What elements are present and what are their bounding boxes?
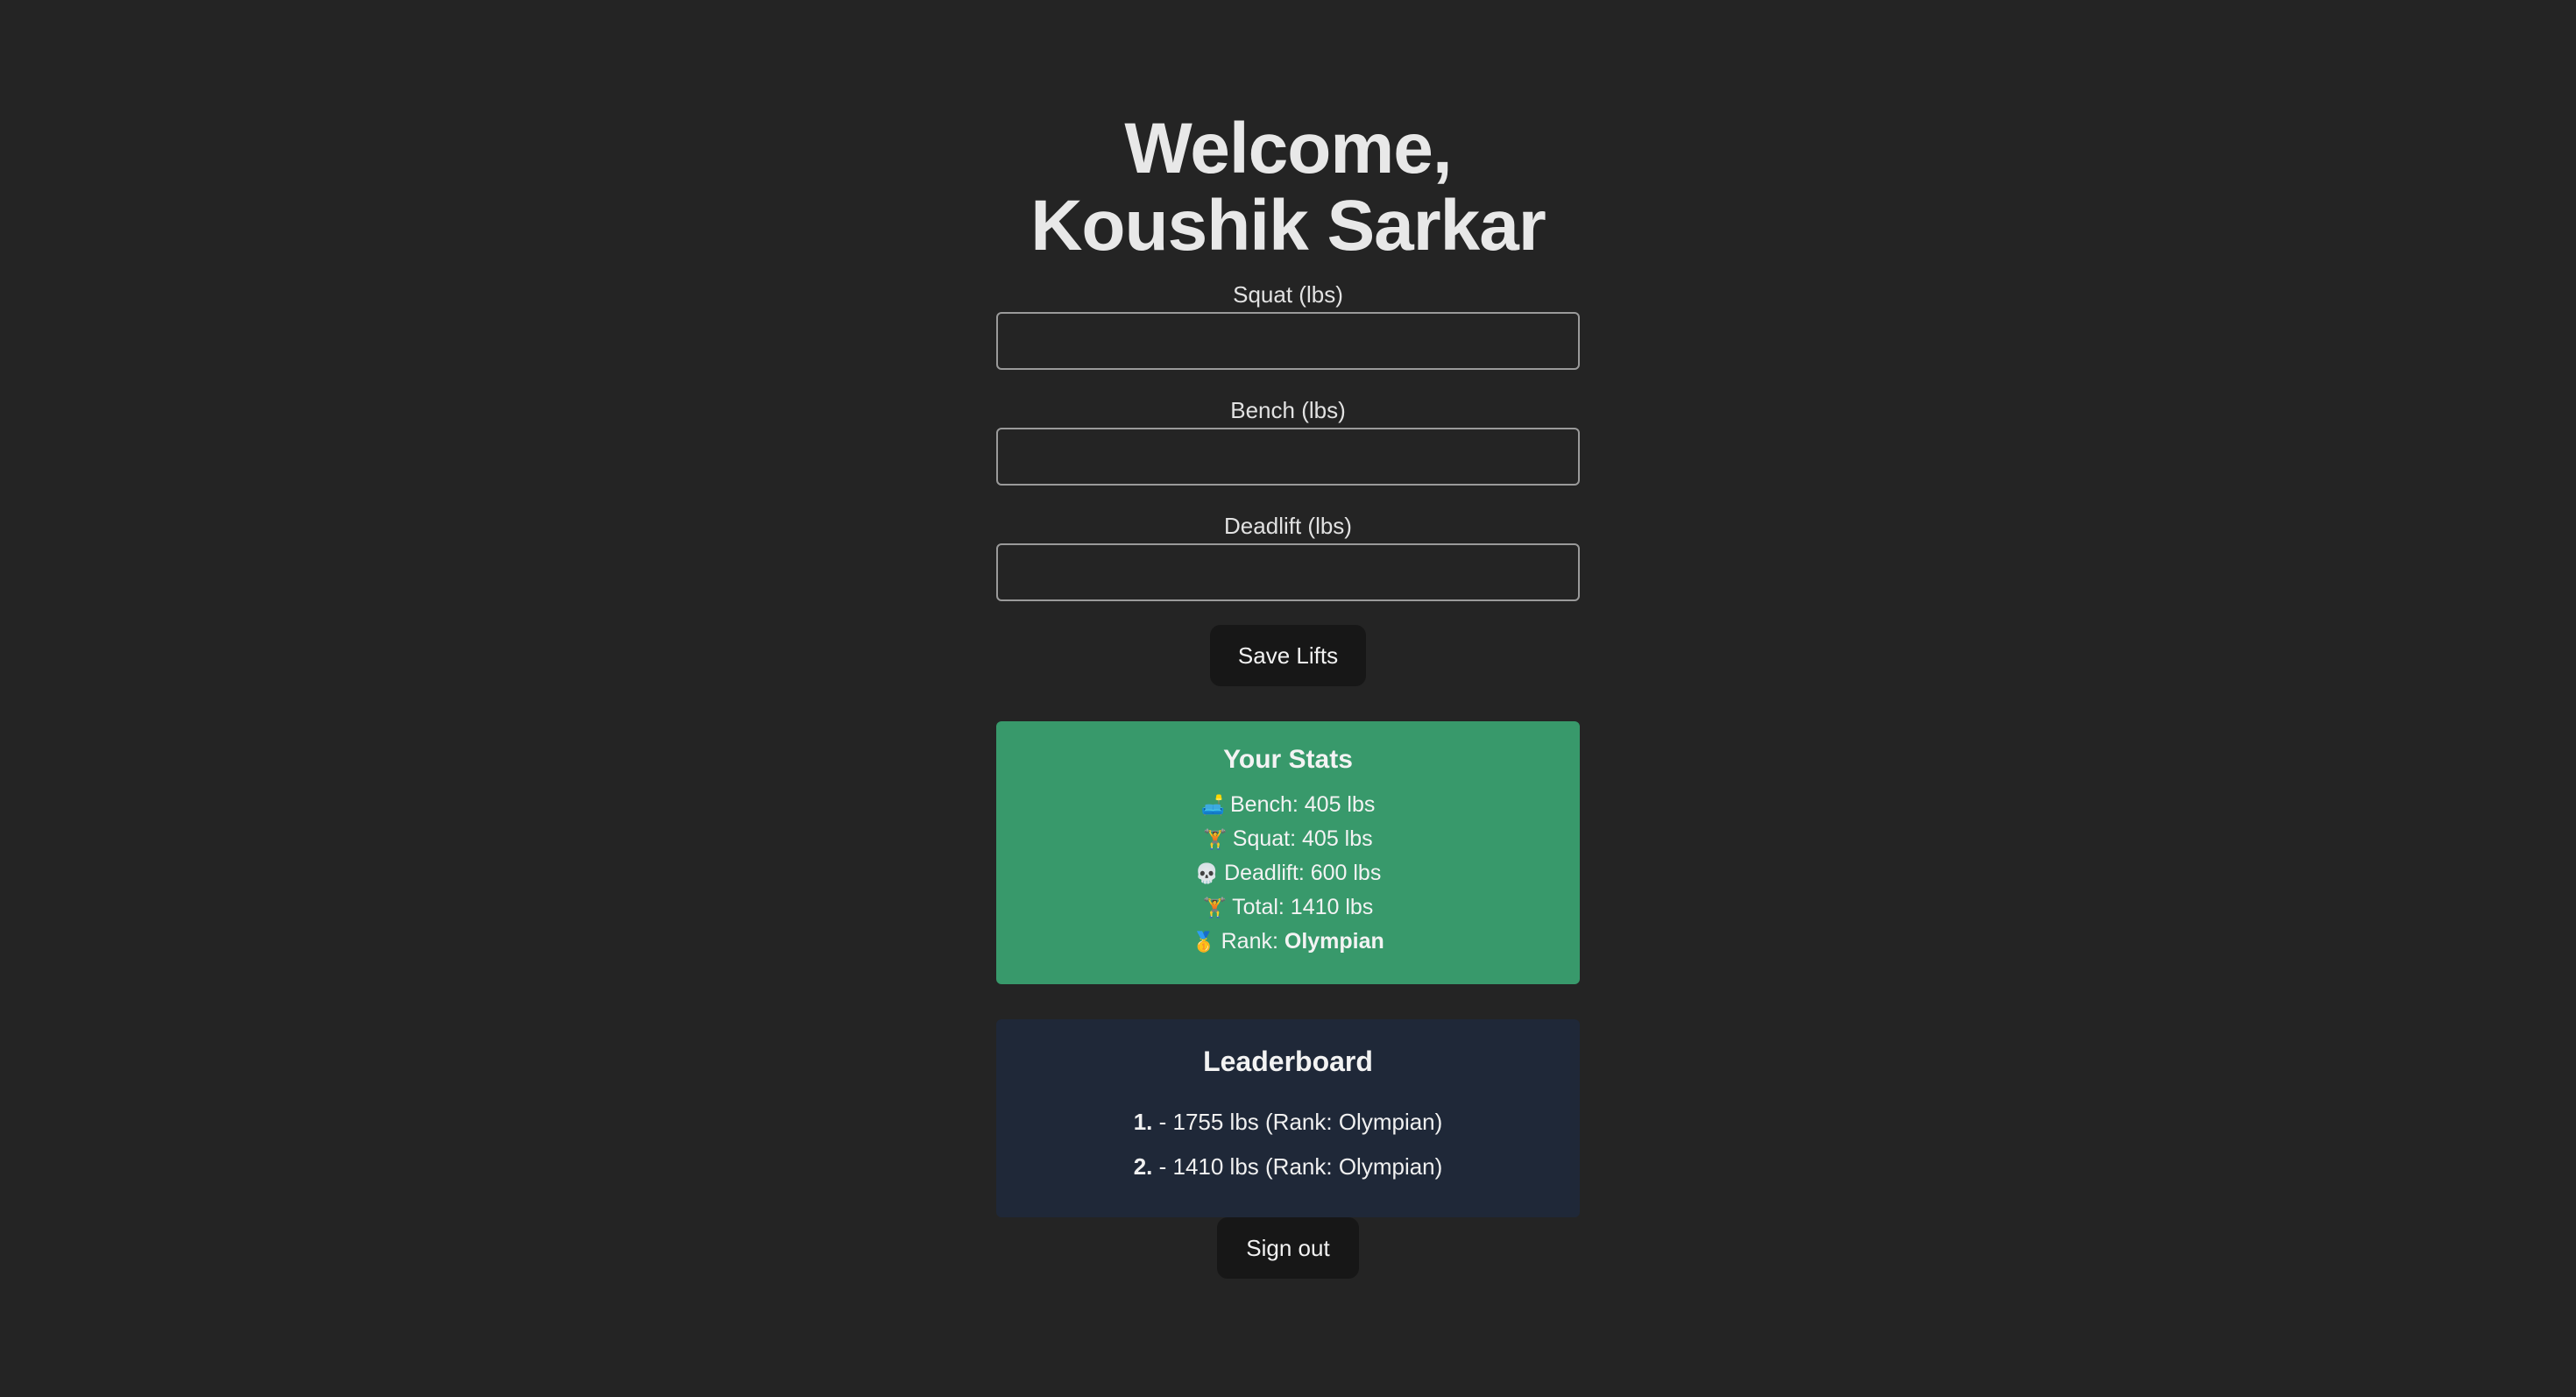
squat-field-group: Squat (lbs) xyxy=(996,280,1580,370)
stat-total: 🏋 Total: 1410 lbs xyxy=(996,890,1580,925)
stat-squat: 🏋️ Squat: 405 lbs xyxy=(996,822,1580,856)
stat-rank-value: Olympian xyxy=(1284,929,1384,954)
bench-label: Bench (lbs) xyxy=(1230,397,1346,423)
squat-label: Squat (lbs) xyxy=(1233,281,1343,308)
main-column: Welcome, Koushik Sarkar Squat (lbs) Benc… xyxy=(996,0,1580,1279)
deadlift-label: Deadlift (lbs) xyxy=(1224,513,1352,539)
stat-bench: 🛋️ Bench: 405 lbs xyxy=(996,788,1580,822)
save-lifts-button[interactable]: Save Lifts xyxy=(1210,625,1366,686)
leaderboard-entry-text: - 1755 lbs (Rank: Olympian) xyxy=(1152,1109,1443,1135)
stat-deadlift: 💀 Deadlift: 600 lbs xyxy=(996,856,1580,890)
stat-squat-text: Squat: 405 lbs xyxy=(1232,826,1373,851)
stats-title: Your Stats xyxy=(1223,745,1353,774)
deadlift-input[interactable] xyxy=(996,543,1580,601)
bench-input[interactable] xyxy=(996,428,1580,486)
stat-rank: 🥇 Rank: Olympian xyxy=(996,925,1580,959)
leaderboard-row: 2. - 1410 lbs (Rank: Olympian) xyxy=(996,1145,1580,1189)
user-name: Koushik Sarkar xyxy=(1030,186,1546,266)
leaderboard-position: 1. xyxy=(1133,1109,1153,1135)
deadlift-field-group: Deadlift (lbs) xyxy=(996,512,1580,601)
medal-icon: 🥇 xyxy=(1192,931,1216,953)
bench-field-group: Bench (lbs) xyxy=(996,396,1580,486)
leaderboard-row: 1. - 1755 lbs (Rank: Olympian) xyxy=(996,1100,1580,1145)
stats-card: Your Stats 🛋️ Bench: 405 lbs 🏋️ Squat: 405… xyxy=(996,721,1580,984)
page-title: Welcome, Koushik Sarkar xyxy=(894,110,1682,265)
sign-out-button[interactable]: Sign out xyxy=(1217,1217,1359,1279)
leaderboard-position: 2. xyxy=(1133,1153,1153,1180)
page: Welcome, Koushik Sarkar Squat (lbs) Benc… xyxy=(0,0,2576,1397)
couch-icon: 🛋️ xyxy=(1200,794,1225,816)
skull-icon: 💀 xyxy=(1194,862,1220,884)
stat-rank-prefix: Rank: xyxy=(1221,929,1284,954)
welcome-line: Welcome, xyxy=(1124,109,1452,188)
lifter-icon: 🏋 xyxy=(1202,897,1228,918)
stat-bench-text: Bench: 405 lbs xyxy=(1230,792,1376,817)
stat-total-text: Total: 1410 lbs xyxy=(1232,895,1374,919)
stat-deadlift-text: Deadlift: 600 lbs xyxy=(1224,861,1382,885)
squat-input[interactable] xyxy=(996,312,1580,370)
leaderboard-entry-text: - 1410 lbs (Rank: Olympian) xyxy=(1152,1153,1443,1180)
leaderboard-card: Leaderboard 1. - 1755 lbs (Rank: Olympia… xyxy=(996,1019,1580,1217)
weightlifter-icon: 🏋️ xyxy=(1203,828,1228,850)
leaderboard-title: Leaderboard xyxy=(1203,1046,1373,1077)
